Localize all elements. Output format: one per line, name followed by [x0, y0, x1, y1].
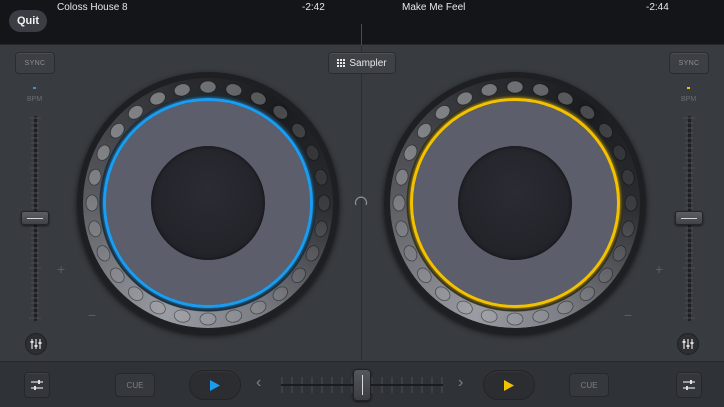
loop-icon[interactable]: [354, 195, 368, 209]
jog-dimple: [395, 168, 409, 186]
crossfader-thumb[interactable]: [353, 369, 371, 401]
jog-dimple: [456, 300, 473, 315]
jog-dimple: [173, 309, 191, 323]
jog-dimple: [199, 80, 217, 94]
deck-a-jog-center: [151, 146, 265, 260]
jog-dimple: [621, 220, 635, 238]
play-icon: [504, 379, 514, 391]
jog-dimple: [598, 122, 613, 139]
deck-b-jog-center: [458, 146, 572, 260]
jog-dimple: [403, 144, 418, 161]
top-bar: Quit Coloss House 8 -2:42 Make Me Feel -…: [0, 0, 724, 45]
dj-app: Quit Coloss House 8 -2:42 Make Me Feel -…: [0, 0, 724, 407]
jog-dimple: [624, 194, 638, 212]
deck-b-settings-button[interactable]: [676, 372, 702, 398]
jog-dimple: [532, 83, 550, 97]
play-icon: [210, 379, 220, 391]
jog-dimple: [272, 286, 289, 301]
jog-dimple: [88, 220, 102, 238]
deck-b-cue-button[interactable]: CUE: [569, 373, 609, 397]
deck-a-track-title: Coloss House 8: [57, 2, 128, 13]
jog-dimple: [314, 220, 328, 238]
jog-dimple: [305, 144, 320, 161]
jog-dimple: [250, 300, 267, 315]
jog-dimple: [96, 245, 111, 262]
jog-dimple: [579, 105, 596, 120]
jog-dimple: [506, 80, 524, 94]
jog-dimple: [480, 309, 498, 323]
jog-dimple: [612, 245, 627, 262]
jog-dimple: [250, 91, 267, 106]
jog-dimple: [417, 267, 432, 284]
jog-dimple: [598, 267, 613, 284]
quit-button[interactable]: Quit: [9, 10, 47, 32]
deck-a-settings-button[interactable]: [24, 372, 50, 398]
jog-dimple: [579, 286, 596, 301]
sampler-button[interactable]: Sampler: [328, 52, 396, 74]
jog-dimple: [272, 105, 289, 120]
jog-dimple: [480, 83, 498, 97]
jog-dimple: [317, 194, 331, 212]
jog-dimple: [291, 122, 306, 139]
jog-dimple: [456, 91, 473, 106]
jog-dimple: [403, 245, 418, 262]
bottom-bar: CUE ‹ › CUE: [0, 361, 724, 407]
jog-dimple: [532, 309, 550, 323]
deck-b-sync-button[interactable]: SYNC: [669, 52, 709, 74]
deck-a-eq-button[interactable]: [25, 333, 47, 355]
jog-dimple: [149, 300, 166, 315]
sampler-label: Sampler: [349, 57, 387, 69]
deck-a-cue-button[interactable]: CUE: [115, 373, 155, 397]
deck-b-track-title: Make Me Feel: [402, 2, 466, 13]
deck-a-bpm-label: BPM: [27, 96, 43, 103]
waveform-playhead: [361, 24, 362, 45]
deck-b-time-remaining: -2:44: [646, 2, 669, 13]
jog-dimple: [621, 168, 635, 186]
jog-dimple: [110, 267, 125, 284]
deck-a-jog-wheel[interactable]: [77, 72, 339, 334]
sliders-icon: [31, 380, 43, 390]
grid-icon: [337, 59, 346, 67]
deck-b-play-button[interactable]: [483, 370, 535, 400]
deck-a-pitch-slider[interactable]: [21, 211, 49, 225]
jog-dimple: [314, 168, 328, 186]
jog-dimple: [557, 91, 574, 106]
chevron-left-icon[interactable]: ‹: [256, 374, 261, 392]
deck-b-pitch-slider[interactable]: [675, 211, 703, 225]
jog-dimple: [557, 300, 574, 315]
jog-dimple: [225, 309, 243, 323]
deck-b-pitch-plus[interactable]: +: [655, 261, 663, 277]
deck-a-bpm-indicator: [33, 87, 36, 89]
chevron-right-icon[interactable]: ›: [458, 374, 463, 392]
jog-dimple: [392, 194, 406, 212]
jog-dimple: [434, 286, 451, 301]
jog-dimple: [149, 91, 166, 106]
sliders-icon: [683, 380, 695, 390]
jog-dimple: [305, 245, 320, 262]
deck-b-bpm-label: BPM: [681, 96, 697, 103]
jog-dimple: [506, 312, 524, 326]
jog-dimple: [291, 267, 306, 284]
deck-a-sync-button[interactable]: SYNC: [15, 52, 55, 74]
deck-a-pitch-plus[interactable]: +: [57, 261, 65, 277]
deck-a-time-remaining: -2:42: [302, 2, 325, 13]
jog-dimple: [127, 286, 144, 301]
equalizer-icon: [30, 339, 42, 349]
crossfader[interactable]: [281, 369, 443, 401]
jog-dimple: [96, 144, 111, 161]
equalizer-icon: [682, 339, 694, 349]
jog-dimple: [395, 220, 409, 238]
jog-dimple: [612, 144, 627, 161]
jog-dimple: [173, 83, 191, 97]
deck-b-bpm-indicator: [687, 87, 690, 89]
deck-b-eq-button[interactable]: [677, 333, 699, 355]
jog-dimple: [85, 194, 99, 212]
jog-dimple: [199, 312, 217, 326]
jog-dimple: [225, 83, 243, 97]
deck-b-jog-wheel[interactable]: [384, 72, 646, 334]
jog-dimple: [88, 168, 102, 186]
deck-a-play-button[interactable]: [189, 370, 241, 400]
